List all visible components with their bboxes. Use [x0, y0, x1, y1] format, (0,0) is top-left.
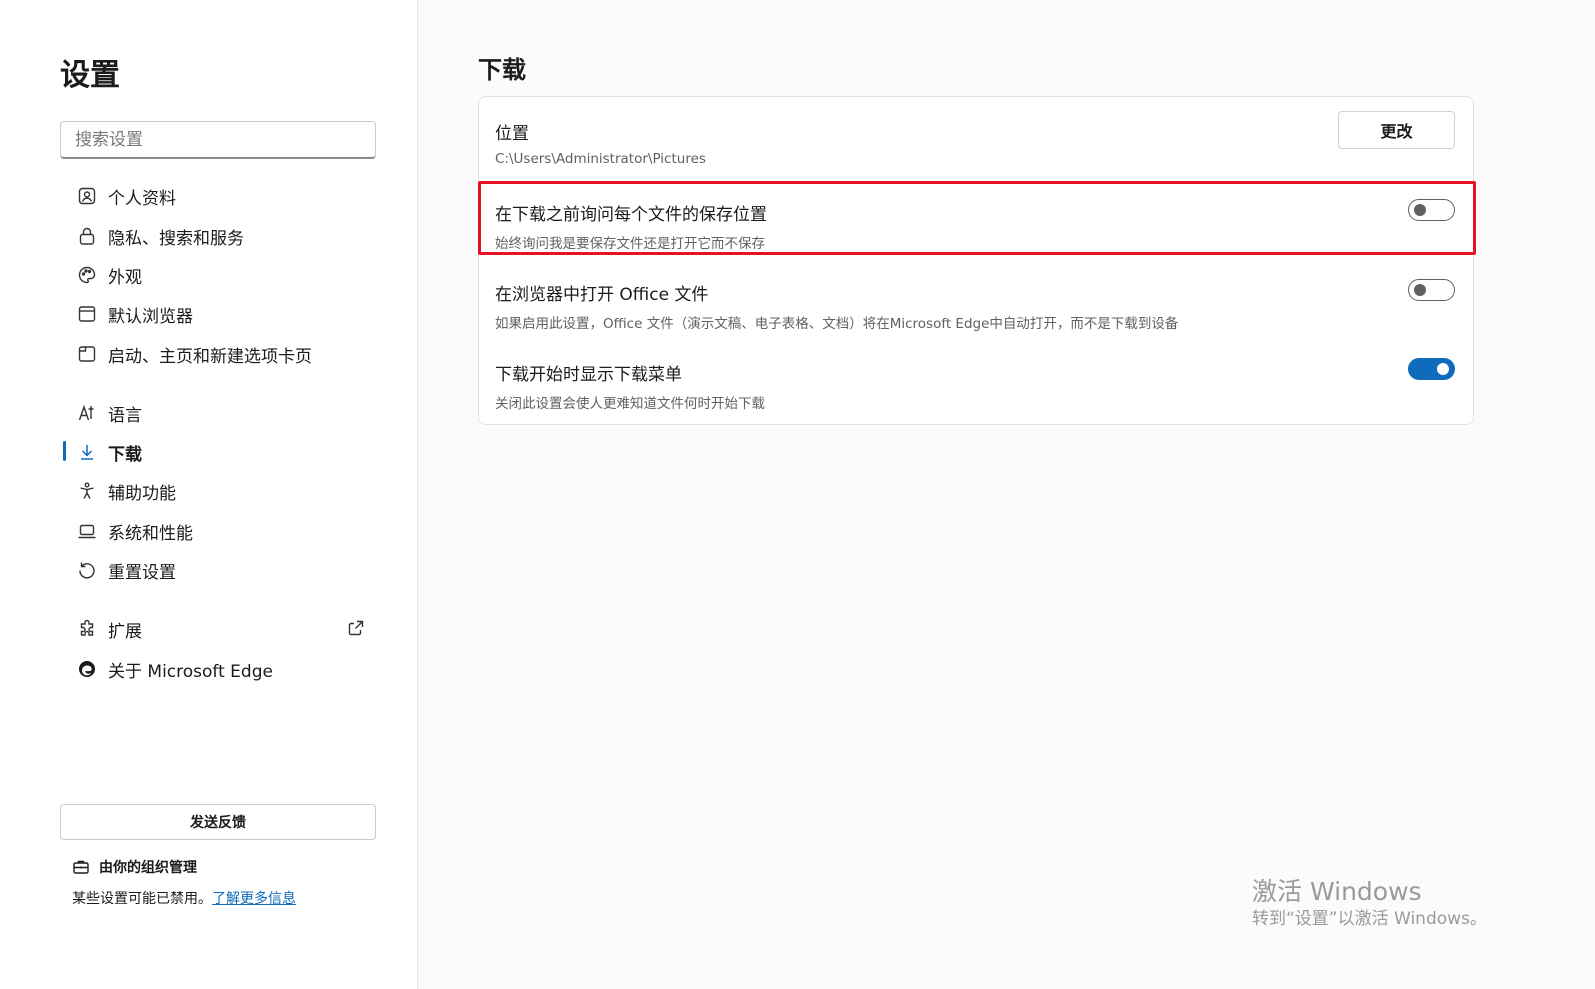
toggle-knob [1437, 363, 1449, 375]
org-managed: 由你的组织管理 [72, 857, 197, 877]
language-icon [76, 402, 98, 424]
briefcase-icon [72, 858, 90, 876]
sidebar-item-label: 默认浏览器 [108, 306, 193, 327]
sidebar-item-startup[interactable]: 启动、主页和新建选项卡页 [60, 336, 380, 372]
settings-title: 设置 [60, 58, 120, 93]
activation-watermark-desc: 转到“设置”以激活 Windows。 [1252, 909, 1487, 929]
org-note-text: 某些设置可能已禁用。 [72, 891, 212, 907]
setting-row-office-files: 在浏览器中打开 Office 文件 如果启用此设置，Office 文件（演示文稿… [495, 280, 1457, 332]
learn-more-link[interactable]: 了解更多信息 [212, 891, 296, 907]
sidebar-item-label: 外观 [108, 267, 142, 288]
toggle-knob [1414, 204, 1426, 216]
sidebar-item-label: 个人资料 [108, 188, 176, 209]
activation-watermark-title: 激活 Windows [1252, 877, 1422, 906]
accessibility-icon [76, 480, 98, 502]
sidebar-item-extensions[interactable]: 扩展 [60, 611, 380, 647]
change-location-button[interactable]: 更改 [1338, 111, 1455, 149]
palette-icon [76, 264, 98, 286]
sidebar-item-language[interactable]: 语言 [60, 395, 380, 431]
org-note: 某些设置可能已禁用。了解更多信息 [72, 888, 296, 908]
profile-icon [76, 185, 98, 207]
sidebar: 设置 个人资料 隐私、搜索和服务 外观 默认浏览器 启动、主页和新建选项卡页 [0, 0, 418, 989]
sidebar-item-label: 语言 [108, 405, 142, 426]
sidebar-item-profile[interactable]: 个人资料 [60, 178, 380, 214]
sidebar-item-label: 系统和性能 [108, 523, 193, 544]
download-menu-toggle[interactable] [1408, 358, 1455, 380]
sidebar-item-label: 扩展 [108, 621, 142, 642]
setting-row-ask-location: 在下载之前询问每个文件的保存位置 始终询问我是要保存文件还是打开它而不保存 [495, 200, 1457, 252]
external-link-icon[interactable] [346, 618, 366, 638]
setting-desc: 关闭此设置会使人更难知道文件何时开始下载 [495, 396, 765, 412]
org-managed-label: 由你的组织管理 [99, 860, 197, 876]
sidebar-item-label: 下载 [108, 444, 142, 465]
active-indicator [63, 441, 66, 461]
sidebar-item-label: 隐私、搜索和服务 [108, 228, 244, 249]
page-title: 下载 [478, 56, 526, 84]
browser-icon [76, 303, 98, 325]
location-title: 位置 [495, 124, 529, 144]
reset-icon [76, 559, 98, 581]
sidebar-item-label: 启动、主页和新建选项卡页 [108, 346, 312, 367]
location-path: C:\Users\Administrator\Pictures [495, 151, 706, 167]
laptop-icon [76, 520, 98, 542]
setting-desc: 如果启用此设置，Office 文件（演示文稿、电子表格、文档）将在Microso… [495, 316, 1179, 332]
setting-title: 在浏览器中打开 Office 文件 [495, 285, 709, 305]
sidebar-item-label: 重置设置 [108, 562, 176, 583]
sidebar-item-appearance[interactable]: 外观 [60, 257, 380, 293]
lock-icon [76, 225, 98, 247]
setting-row-download-menu: 下载开始时显示下载菜单 关闭此设置会使人更难知道文件何时开始下载 [495, 360, 1457, 412]
edge-logo-icon [76, 658, 98, 680]
sidebar-item-label: 辅助功能 [108, 483, 176, 504]
toggle-knob [1414, 284, 1426, 296]
sidebar-item-system[interactable]: 系统和性能 [60, 513, 380, 549]
sidebar-item-about[interactable]: 关于 Microsoft Edge [60, 651, 380, 687]
location-row: 位置 C:\Users\Administrator\Pictures [495, 119, 1457, 167]
send-feedback-button[interactable]: 发送反馈 [60, 804, 376, 840]
office-files-toggle[interactable] [1408, 279, 1455, 301]
ask-location-toggle[interactable] [1408, 199, 1455, 221]
download-icon [76, 441, 98, 463]
setting-title: 下载开始时显示下载菜单 [495, 365, 682, 385]
setting-title: 在下载之前询问每个文件的保存位置 [495, 205, 767, 225]
extensions-icon [76, 618, 98, 640]
sidebar-item-label: 关于 Microsoft Edge [108, 661, 273, 682]
sidebar-item-downloads[interactable]: 下载 [60, 434, 380, 470]
sidebar-item-default-browser[interactable]: 默认浏览器 [60, 296, 380, 332]
home-tab-icon [76, 343, 98, 365]
setting-desc: 始终询问我是要保存文件还是打开它而不保存 [495, 236, 765, 252]
sidebar-item-reset[interactable]: 重置设置 [60, 552, 380, 588]
search-input[interactable] [60, 121, 376, 159]
downloads-settings-card: 位置 C:\Users\Administrator\Pictures 更改 在下… [478, 96, 1474, 425]
sidebar-item-accessibility[interactable]: 辅助功能 [60, 473, 380, 509]
sidebar-item-privacy[interactable]: 隐私、搜索和服务 [60, 218, 380, 254]
